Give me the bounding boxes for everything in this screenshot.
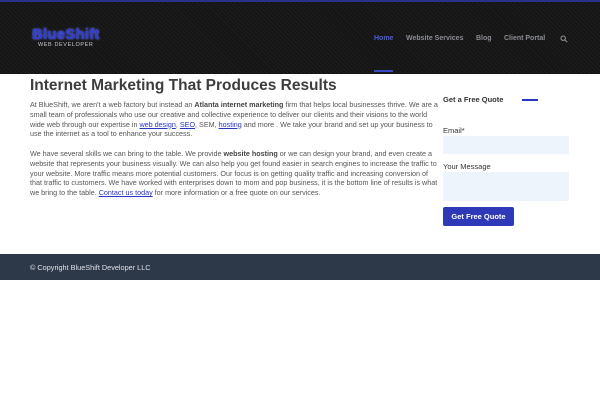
website-hosting-bold: website hosting [223, 149, 278, 158]
copyright-text: © Copyright BlueShift Developer LLC [30, 263, 151, 272]
logo[interactable]: BlueShift WEB DEVELOPER [32, 27, 102, 51]
message-label: Your Message [443, 162, 491, 171]
seo-link[interactable]: SEO [180, 120, 195, 129]
services-paragraph: We have several skills we can bring to t… [30, 149, 438, 198]
logo-tagline: WEB DEVELOPER [38, 42, 94, 48]
message-field[interactable] [443, 172, 569, 201]
email-label: Email* [443, 126, 465, 135]
page-title: Internet Marketing That Produces Results [30, 77, 337, 94]
atlanta-marketing-bold: Atlanta internet marketing [194, 100, 284, 109]
title-accent-line [522, 99, 538, 101]
nav-item-home[interactable]: Home [374, 34, 393, 44]
get-free-quote-button[interactable]: Get Free Quote [443, 207, 514, 226]
intro-paragraph: At BlueShift, we aren't a web factory bu… [30, 100, 438, 139]
email-field[interactable] [443, 136, 569, 154]
nav-item-website-services[interactable]: Website Services [406, 34, 463, 44]
hosting-link[interactable]: hosting [219, 120, 242, 129]
nav-item-client-portal[interactable]: Client Portal [504, 34, 545, 44]
quote-form-title: Get a Free Quote [443, 95, 504, 104]
contact-us-link[interactable]: Contact us today [99, 188, 153, 197]
nav-active-indicator [374, 70, 393, 72]
nav-item-blog[interactable]: Blog [476, 34, 492, 44]
search-icon[interactable] [560, 35, 568, 43]
site-header: BlueShift WEB DEVELOPER Home Website Ser… [0, 2, 600, 74]
web-design-link[interactable]: web design [139, 120, 175, 129]
